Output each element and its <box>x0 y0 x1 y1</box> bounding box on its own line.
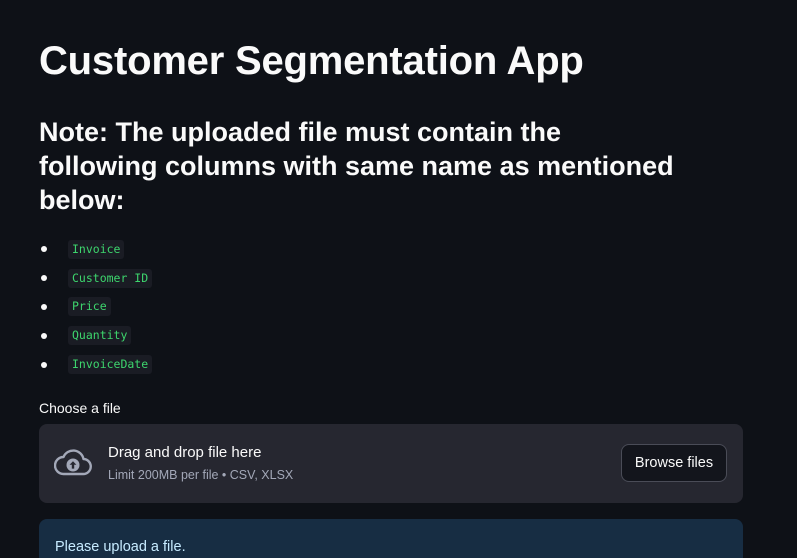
column-name: InvoiceDate <box>68 355 153 375</box>
bullet-icon <box>41 361 47 368</box>
page-title: Customer Segmentation App <box>39 39 584 83</box>
list-item: Price <box>39 293 743 322</box>
browse-files-button[interactable]: Browse files <box>621 443 727 482</box>
file-limit-text: Limit 200MB per file • CSV, XLSX <box>108 467 294 482</box>
column-name: Quantity <box>68 326 132 346</box>
list-item: Customer ID <box>39 264 743 293</box>
main-content: Customer Segmentation App Note: The uplo… <box>0 0 797 558</box>
file-uploader-label: Choose a file <box>39 399 121 416</box>
info-alert: Please upload a file. <box>39 518 743 558</box>
list-item: InvoiceDate <box>39 350 743 379</box>
bullet-icon <box>41 332 47 339</box>
required-columns-list: Invoice Customer ID Price Quantity Invoi… <box>39 235 743 379</box>
column-name: Customer ID <box>68 268 153 288</box>
column-name: Price <box>68 297 111 317</box>
cloud-upload-icon <box>54 449 92 476</box>
note-heading: Note: The uploaded file must contain the… <box>39 117 674 215</box>
drag-drop-text: Drag and drop file here <box>108 443 262 461</box>
list-item: Invoice <box>39 235 743 264</box>
list-item: Quantity <box>39 321 743 350</box>
bullet-icon <box>41 275 47 282</box>
dropzone-text: Drag and drop file here Limit 200MB per … <box>108 443 293 484</box>
column-name: Invoice <box>68 239 125 259</box>
bullet-icon <box>41 303 47 310</box>
info-message: Please upload a file. <box>55 538 186 555</box>
bullet-icon <box>41 246 47 253</box>
file-dropzone[interactable]: Drag and drop file here Limit 200MB per … <box>39 423 743 503</box>
